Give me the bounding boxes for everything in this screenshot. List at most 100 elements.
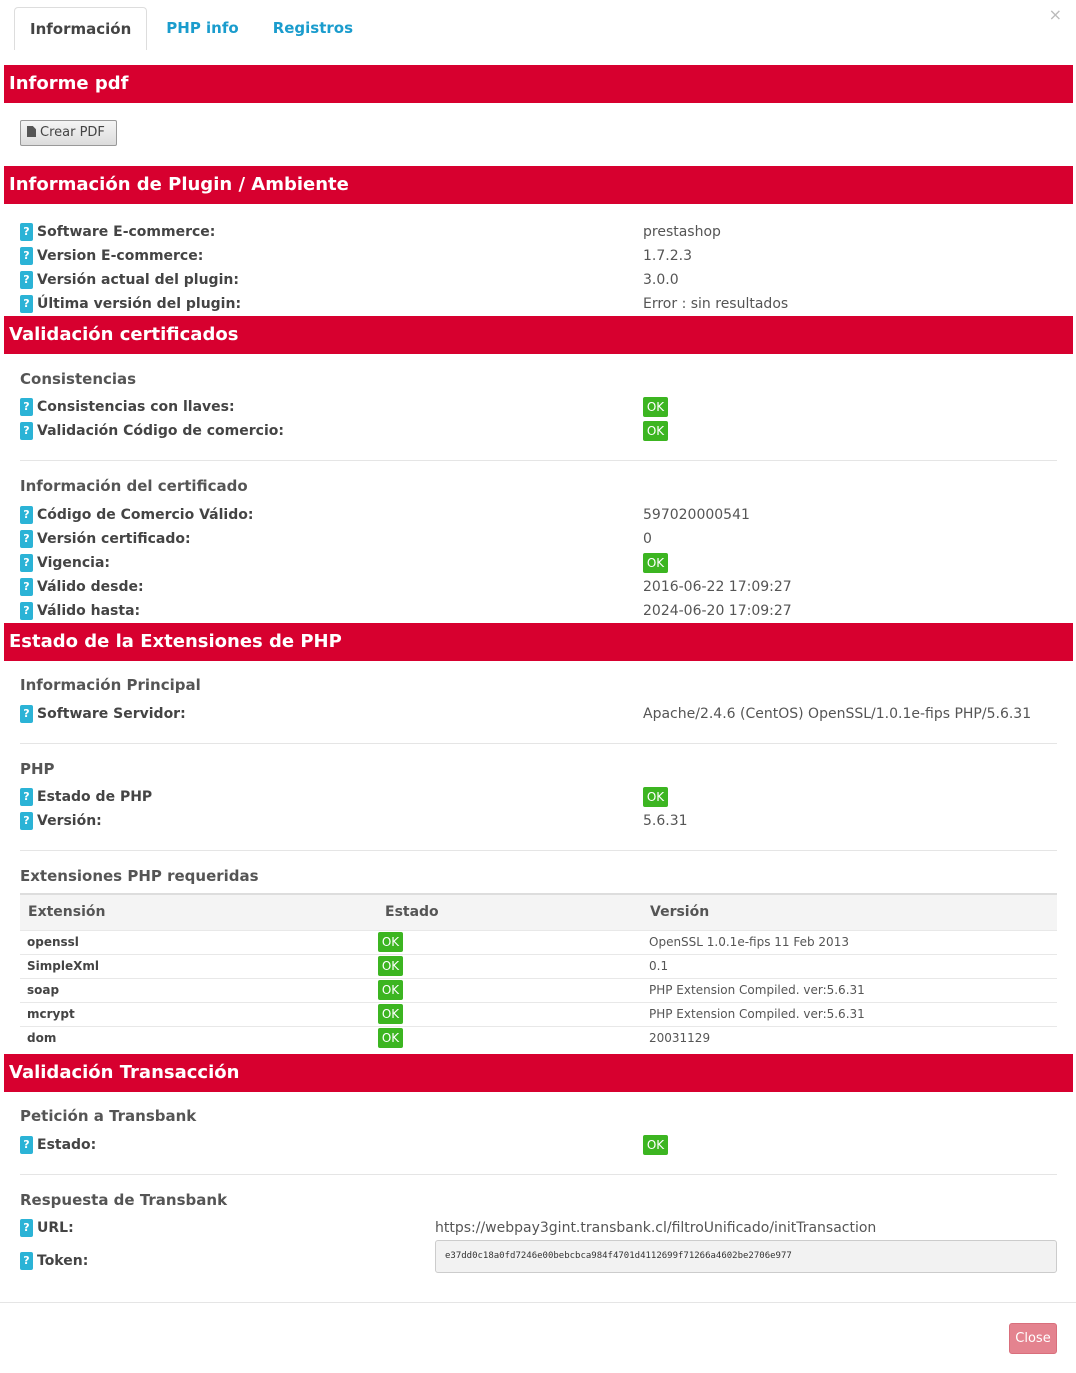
ok-badge: OK <box>643 1135 668 1155</box>
info-row: ? URL: https://webpay3gint.transbank.cl/… <box>20 1218 1060 1238</box>
info-row: ? Código de Comercio Válido: 59702000054… <box>20 505 1060 525</box>
info-row: ? Última versión del plugin: Error : sin… <box>20 294 1060 314</box>
table-row: mcrypt OK PHP Extension Compiled. ver:5.… <box>20 1001 1057 1026</box>
help-icon[interactable]: ? <box>20 1136 33 1154</box>
table-row: SimpleXml OK 0.1 <box>20 953 1057 978</box>
extension-status: OK <box>377 1025 642 1050</box>
info-row: ? Versión: 5.6.31 <box>20 811 1060 831</box>
subhead-cert-info: Información del certificado <box>20 477 248 495</box>
tab-bar: Información PHP info Registros <box>14 7 368 50</box>
help-icon[interactable]: ? <box>20 223 33 241</box>
row-value: 597020000541 <box>643 507 750 523</box>
divider <box>20 460 1057 461</box>
row-label: Válido hasta: <box>37 603 141 619</box>
help-icon[interactable]: ? <box>20 506 33 524</box>
table-header-row: Extensión Estado Versión <box>20 893 1057 930</box>
extension-version: 20031129 <box>642 1025 1057 1050</box>
table-row: openssl OK OpenSSL 1.0.1e-fips 11 Feb 20… <box>20 929 1057 954</box>
row-value: 2024-06-20 17:09:27 <box>643 603 792 619</box>
help-icon[interactable]: ? <box>20 530 33 548</box>
info-row: ? Estado de PHP OK <box>20 787 1060 807</box>
help-icon[interactable]: ? <box>20 788 33 806</box>
extensions-table: Extensión Estado Versión openssl OK Open… <box>20 893 1057 1050</box>
info-row: ? Software Servidor: Apache/2.4.6 (CentO… <box>20 704 1060 724</box>
divider <box>20 743 1057 744</box>
tab-php-info[interactable]: PHP info <box>151 7 253 50</box>
help-icon[interactable]: ? <box>20 812 33 830</box>
row-label: Consistencias con llaves: <box>37 399 235 415</box>
extension-name: openssl <box>20 929 377 954</box>
help-icon[interactable]: ? <box>20 578 33 596</box>
info-row: ? Versión actual del plugin: 3.0.0 <box>20 270 1060 290</box>
row-label: Software Servidor: <box>37 706 186 722</box>
help-icon[interactable]: ? <box>20 271 33 289</box>
row-value: 2016-06-22 17:09:27 <box>643 579 792 595</box>
ok-badge: OK <box>378 1004 403 1024</box>
row-label: Última versión del plugin: <box>37 296 242 312</box>
extension-name: mcrypt <box>20 1001 377 1026</box>
info-row: ? Vigencia: OK <box>20 553 1060 573</box>
ok-badge: OK <box>643 421 668 441</box>
ok-badge: OK <box>643 787 668 807</box>
info-row: ? Estado: OK <box>20 1135 1060 1155</box>
close-icon[interactable]: × <box>1049 5 1062 24</box>
extension-status: OK <box>377 953 642 978</box>
help-icon[interactable]: ? <box>20 705 33 723</box>
help-icon[interactable]: ? <box>20 247 33 265</box>
help-icon[interactable]: ? <box>20 398 33 416</box>
tab-informacion[interactable]: Información <box>14 7 148 50</box>
extension-status: OK <box>377 1001 642 1026</box>
row-label: Estado: <box>37 1137 97 1153</box>
subhead-php: PHP <box>20 760 55 778</box>
column-header: Extensión <box>20 893 377 930</box>
row-label: Válido desde: <box>37 579 144 595</box>
extension-status: OK <box>377 977 642 1002</box>
info-row: ? Validación Código de comercio: OK <box>20 421 1060 441</box>
info-row: ? Versión certificado: 0 <box>20 529 1060 549</box>
subhead-peticion: Petición a Transbank <box>20 1107 197 1125</box>
help-icon[interactable]: ? <box>20 422 33 440</box>
section-header-certs: Validación certificados <box>4 316 1073 354</box>
extension-status: OK <box>377 929 642 954</box>
footer-divider <box>0 1302 1076 1303</box>
ok-badge: OK <box>378 980 403 1000</box>
divider <box>20 1174 1057 1175</box>
row-label: URL: <box>37 1220 74 1236</box>
subhead-extensions: Extensiones PHP requeridas <box>20 867 259 885</box>
help-icon[interactable]: ? <box>20 1252 33 1270</box>
info-row: ? Válido desde: 2016-06-22 17:09:27 <box>20 577 1060 597</box>
table-row: dom OK 20031129 <box>20 1025 1057 1050</box>
ok-badge: OK <box>643 397 668 417</box>
section-header-transaction: Validación Transacción <box>4 1054 1073 1092</box>
row-value: prestashop <box>643 224 721 240</box>
tab-registros[interactable]: Registros <box>258 7 368 50</box>
row-label: Token: <box>37 1253 89 1269</box>
info-row: ? Version E-commerce: 1.7.2.3 <box>20 246 1060 266</box>
info-row: ? Consistencias con llaves: OK <box>20 397 1060 417</box>
row-value: 1.7.2.3 <box>643 248 692 264</box>
ok-badge: OK <box>643 553 668 573</box>
token-field[interactable]: e37dd0c18a0fd7246e00bebcbca984f4701d4112… <box>435 1240 1057 1273</box>
help-icon[interactable]: ? <box>20 554 33 572</box>
column-header: Estado <box>377 893 642 930</box>
help-icon[interactable]: ? <box>20 602 33 620</box>
url-value: https://webpay3gint.transbank.cl/filtroU… <box>435 1220 877 1236</box>
help-icon[interactable]: ? <box>20 1219 33 1237</box>
row-label: Software E-commerce: <box>37 224 216 240</box>
row-value: Error : sin resultados <box>643 296 789 312</box>
section-header-pdf: Informe pdf <box>4 65 1073 103</box>
extension-name: SimpleXml <box>20 953 377 978</box>
help-icon[interactable]: ? <box>20 295 33 313</box>
row-label: Vigencia: <box>37 555 111 571</box>
row-label: Versión actual del plugin: <box>37 272 239 288</box>
file-icon <box>27 126 36 137</box>
row-value: 3.0.0 <box>643 272 679 288</box>
close-button[interactable]: Close <box>1009 1323 1057 1354</box>
subhead-info-principal: Información Principal <box>20 676 201 694</box>
create-pdf-button[interactable]: Crear PDF <box>20 120 117 146</box>
row-value: 5.6.31 <box>643 813 688 829</box>
row-label: Version E-commerce: <box>37 248 204 264</box>
extension-version: PHP Extension Compiled. ver:5.6.31 <box>642 977 1057 1002</box>
create-pdf-label: Crear PDF <box>40 125 105 140</box>
row-label: Código de Comercio Válido: <box>37 507 254 523</box>
